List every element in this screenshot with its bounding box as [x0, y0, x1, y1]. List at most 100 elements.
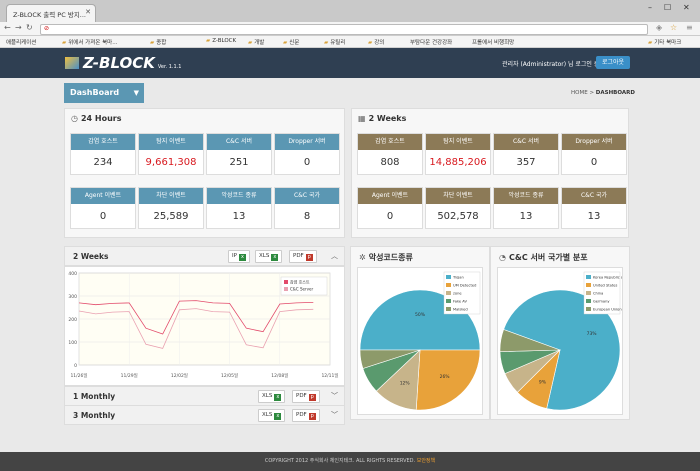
bookmark-item[interactable]: 애플리케이션 [6, 38, 36, 46]
monthly-3-title[interactable]: 3 Monthly [73, 411, 115, 420]
app-header: Z-BLOCK Ver. 1.1.1 관리자 (Administrator) 님 … [0, 48, 700, 78]
address-input[interactable]: ⊘ [40, 24, 648, 35]
pie-chart-icon: ◔ [499, 253, 506, 262]
bookmarks-bar: ▰ 기타 북마크 애플리케이션 ▰ 위에서 가져온 북마... ▰ 종합 ▰ Z-BLOCK ▰… [0, 36, 700, 48]
address-icon: ⊘ [44, 25, 50, 32]
bookmark-item[interactable]: ▰ 강의 [368, 38, 384, 46]
legend-label: UM Detected [453, 284, 476, 288]
stat-label: C&C 국가 [562, 188, 626, 204]
chevron-down-icon[interactable]: ﹀ [331, 410, 338, 420]
breadcrumb-current: DASHBOARD [595, 90, 635, 96]
close-window-icon[interactable]: ✕ [683, 3, 690, 12]
pie-chart-svg: 73% 9% Korea Republic of United States China… [499, 271, 625, 411]
stat-card[interactable]: 감염 호스트 808 [357, 133, 423, 175]
legend-label: Malsked [453, 308, 468, 312]
pdf-export-button[interactable]: PDF p [292, 390, 320, 403]
excel-icon: x [271, 254, 279, 261]
maximize-icon[interactable]: ☐ [664, 3, 671, 12]
pdf-export-button[interactable]: PDF p [292, 409, 320, 422]
footer: COPYRIGHT 2012 주식회사 체인지테크. ALL RIGHTS RE… [0, 452, 700, 471]
stat-card[interactable]: Agent 이벤트 0 [70, 187, 136, 229]
legend-swatch [586, 283, 591, 287]
bookmark-item[interactable]: ▰ 개발 [248, 38, 264, 46]
stat-card[interactable]: C&C 서버 357 [493, 133, 559, 175]
address-bar-row: ← → ↻ ⊘ ◈ ☆ ≡ [0, 22, 700, 36]
stat-card[interactable]: 탐지 이벤트 14,885,206 [425, 133, 491, 175]
folder-icon: ▰ [368, 40, 373, 46]
stat-label: Agent 이벤트 [71, 188, 135, 204]
x-tick-label: 12/05일 [221, 372, 238, 379]
stat-card[interactable]: 악성코드 종류 13 [206, 187, 272, 229]
excel-icon: x [238, 254, 246, 261]
monthly-1-title[interactable]: 1 Monthly [73, 392, 115, 401]
stat-label: 악성코드 종류 [494, 188, 558, 204]
slice-label: 26% [440, 374, 451, 380]
bookmark-item[interactable]: ▰ 위에서 가져온 북마... [62, 38, 117, 46]
stat-card[interactable]: 탐지 이벤트 9,661,308 [138, 133, 204, 175]
back-icon[interactable]: ← [4, 23, 11, 32]
slice-label: 12% [400, 381, 411, 387]
stat-value: 25,589 [153, 211, 189, 222]
breadcrumb: HOME > DASHBOARD [571, 90, 635, 96]
bookmark-item[interactable]: ▰ 유틸리 [324, 38, 345, 46]
stat-card[interactable]: 악성코드 종류 13 [493, 187, 559, 229]
stat-card[interactable]: C&C 국가 8 [274, 187, 340, 229]
shield-icon[interactable]: ◈ [656, 23, 662, 32]
legend-label: United States [593, 284, 617, 288]
star-icon[interactable]: ☆ [670, 23, 677, 32]
chevron-up-icon[interactable]: ︿ [331, 251, 338, 261]
stat-value: 8 [303, 211, 311, 222]
chevron-down-icon[interactable]: ﹀ [331, 391, 338, 401]
y-tick-label: 300 [68, 294, 77, 300]
stat-value: 13 [519, 211, 533, 222]
footer-link[interactable]: 보안정책 [417, 458, 435, 464]
other-bookmarks[interactable]: ▰ 기타 북마크 [648, 38, 681, 46]
pie-chart-svg: 50% 26% 12% Trojan UM Detected zone Fake AV Mal… [359, 271, 481, 411]
browser-tab[interactable]: Z-BLOCK 출력 PC 방지... ✕ [6, 4, 96, 22]
pdf-icon: p [305, 254, 313, 261]
legend-swatch [446, 307, 451, 311]
legend-swatch [586, 291, 591, 295]
stat-card[interactable]: Agent 이벤트 0 [357, 187, 423, 229]
logo-cube-icon [65, 57, 79, 69]
stat-card[interactable]: Dropper 서버 0 [561, 133, 627, 175]
breadcrumb-separator: > [589, 90, 595, 96]
stat-card[interactable]: Dropper 서버 0 [274, 133, 340, 175]
stat-value: 0 [590, 157, 598, 168]
bookmark-item[interactable]: 부탐다운 건강강좌 [410, 38, 452, 46]
stat-card[interactable]: 감염 호스트 234 [70, 133, 136, 175]
folder-icon: ▰ [206, 38, 211, 44]
bookmark-item[interactable]: ▰ 종합 [150, 38, 166, 46]
slice-label: 73% [587, 331, 598, 337]
breadcrumb-home[interactable]: HOME [571, 90, 588, 96]
y-tick-label: 100 [68, 340, 77, 346]
stat-card[interactable]: 차단 이벤트 502,578 [425, 187, 491, 229]
bookmark-item[interactable]: 프롤에서 비행희망 [472, 38, 514, 46]
bookmark-item[interactable]: ▰ 신문 [283, 38, 299, 46]
reload-icon[interactable]: ↻ [26, 23, 33, 32]
stat-card[interactable]: C&C 서버 251 [206, 133, 272, 175]
stat-value: 0 [303, 157, 311, 168]
pdf-icon: p [308, 394, 316, 401]
menu-icon[interactable]: ≡ [686, 23, 693, 32]
legend-label: Trojan [452, 276, 464, 280]
xls-export-button[interactable]: XLS x [258, 390, 286, 403]
dashboard-menu[interactable]: DashBoard ▼ [64, 83, 144, 103]
forward-icon[interactable]: → [15, 23, 22, 32]
stat-value: 13 [587, 211, 601, 222]
pdf-export-button[interactable]: PDF p [289, 250, 317, 263]
bookmark-item[interactable]: ▰ Z-BLOCK [206, 38, 236, 44]
close-tab-icon[interactable]: ✕ [85, 8, 91, 16]
stat-card[interactable]: 차단 이벤트 25,589 [138, 187, 204, 229]
xls-export-button[interactable]: XLS x [255, 250, 283, 263]
logout-button[interactable]: 로그아웃 [596, 56, 630, 69]
trend-title: 2 Weeks [73, 252, 109, 261]
x-tick-label: 11/26일 [70, 372, 87, 379]
stat-label: 탐지 이벤트 [139, 134, 203, 150]
folder-icon: ▰ [248, 40, 253, 46]
xls-export-button[interactable]: XLS x [258, 409, 286, 422]
ip-export-button[interactable]: IP x [228, 250, 250, 263]
stat-card[interactable]: C&C 국가 13 [561, 187, 627, 229]
stat-value: 0 [99, 211, 107, 222]
minimize-icon[interactable]: – [648, 3, 652, 12]
